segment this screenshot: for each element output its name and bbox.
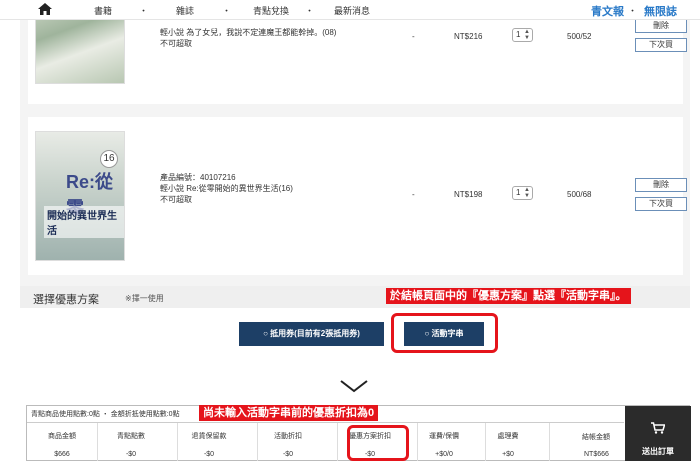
coupon-section-hint: ※擇一使用 (125, 294, 164, 303)
value-handling: +$0 (502, 451, 514, 458)
nav-separator: ・ (305, 6, 315, 16)
divider (417, 423, 418, 461)
product-points: 500/52 (567, 32, 592, 41)
nav-separator: ・ (628, 6, 638, 16)
divider (549, 423, 550, 461)
select-arrows-icon: ▲ ▼ (524, 29, 530, 41)
nav-separator: ・ (139, 6, 149, 16)
nav-brand-qingwenbao[interactable]: 青文報 (591, 3, 624, 19)
product-discount: - (412, 32, 415, 41)
checkout-button[interactable]: 送出訂單 (625, 406, 691, 461)
divider (177, 423, 178, 461)
coupon-button[interactable]: ○ 抵用券(目前有2張抵用券) (239, 322, 384, 346)
product-points: 500/68 (567, 190, 592, 199)
product-price: NT$216 (454, 32, 483, 41)
nav-news[interactable]: 最新消息 (334, 4, 370, 17)
product-info: 輕小說 為了女兒，我說不定連魔王都能幹掉。(08) 不可超取 (160, 27, 336, 49)
value-return-hold: -$0 (203, 451, 215, 458)
product-cover-image[interactable]: 16 Re:從零 開始的異世界生活 (35, 131, 125, 261)
value-activity-discount: -$0 (282, 451, 294, 458)
cart-item: 16 Re:從零 開始的異世界生活 產品編號：40107216 輕小說 Re:從… (28, 117, 687, 275)
product-discount: - (412, 190, 415, 199)
volume-badge: 16 (100, 150, 118, 168)
top-nav: 書籍 ・ 雜誌 ・ 青點兌換 ・ 最新消息 青文報 ・ 無限誌 (0, 0, 700, 20)
buy-later-button[interactable]: 下次買 (635, 197, 687, 211)
col-header-return-hold: 退貨保留款 (191, 433, 227, 440)
divider (257, 423, 258, 461)
product-status: 不可超取 (160, 195, 192, 204)
annotation-label: 尚未輸入活動字串前的優惠折扣為0 (199, 405, 379, 421)
points-usage-text: 青點商品使用點數:0點 ・ 金額折抵使用點數:0點 (31, 411, 180, 418)
product-price: NT$198 (454, 190, 483, 199)
col-header-points: 青點點數 (117, 433, 145, 440)
delete-button[interactable]: 刪除 (635, 178, 687, 192)
divider (27, 422, 624, 423)
cover-subtitle: 開始的異世界生活 (44, 206, 124, 238)
quantity-select[interactable]: 1 ▲ ▼ (512, 186, 533, 200)
annotation-label: 於結帳頁面中的『優惠方案』點選『活動字串』。 (386, 288, 631, 304)
home-icon[interactable] (38, 3, 52, 15)
select-arrows-icon: ▲ ▼ (524, 187, 530, 199)
divider (485, 423, 486, 461)
value-shipping: +$0/0 (435, 451, 453, 458)
cart-icon (651, 422, 665, 434)
value-points: -$0 (125, 451, 137, 458)
checkout-label: 送出訂單 (642, 447, 674, 456)
col-header-activity-discount: 活動折扣 (274, 433, 302, 440)
chevron-down-icon (340, 380, 368, 393)
divider (337, 423, 338, 461)
col-header-shipping: 運費/保價 (429, 433, 459, 440)
product-status: 不可超取 (160, 39, 192, 48)
nav-brand-wuxianzhi[interactable]: 無限誌 (644, 3, 677, 19)
divider (97, 423, 98, 461)
nav-books[interactable]: 書籍 (94, 4, 112, 17)
product-info: 產品編號：40107216 輕小說 Re:從零開始的異世界生活(16) 不可超取 (160, 172, 293, 205)
product-title[interactable]: 輕小說 Re:從零開始的異世界生活(16) (160, 183, 293, 194)
value-subtotal: $666 (54, 451, 70, 458)
activity-code-button[interactable]: ○ 活動字串 (404, 322, 484, 346)
nav-magazines[interactable]: 雜誌 (176, 4, 194, 17)
delete-button[interactable]: 刪除 (635, 19, 687, 33)
nav-separator: ・ (222, 6, 232, 16)
buy-later-button[interactable]: 下次買 (635, 38, 687, 52)
col-header-handling: 處理費 (497, 433, 519, 440)
quantity-select[interactable]: 1 ▲ ▼ (512, 28, 533, 42)
nav-points-exchange[interactable]: 青點兌換 (253, 4, 289, 17)
col-header-subtotal: 商品金額 (48, 433, 76, 440)
product-code: 產品編號：40107216 (160, 173, 236, 182)
coupon-section-title: 選擇優惠方案 (33, 294, 99, 306)
total-value: NT$666 (584, 451, 609, 458)
total-label: 結帳金額 (582, 434, 610, 441)
highlight-box (347, 425, 409, 461)
product-title[interactable]: 輕小說 為了女兒，我說不定連魔王都能幹掉。(08) (160, 27, 336, 38)
